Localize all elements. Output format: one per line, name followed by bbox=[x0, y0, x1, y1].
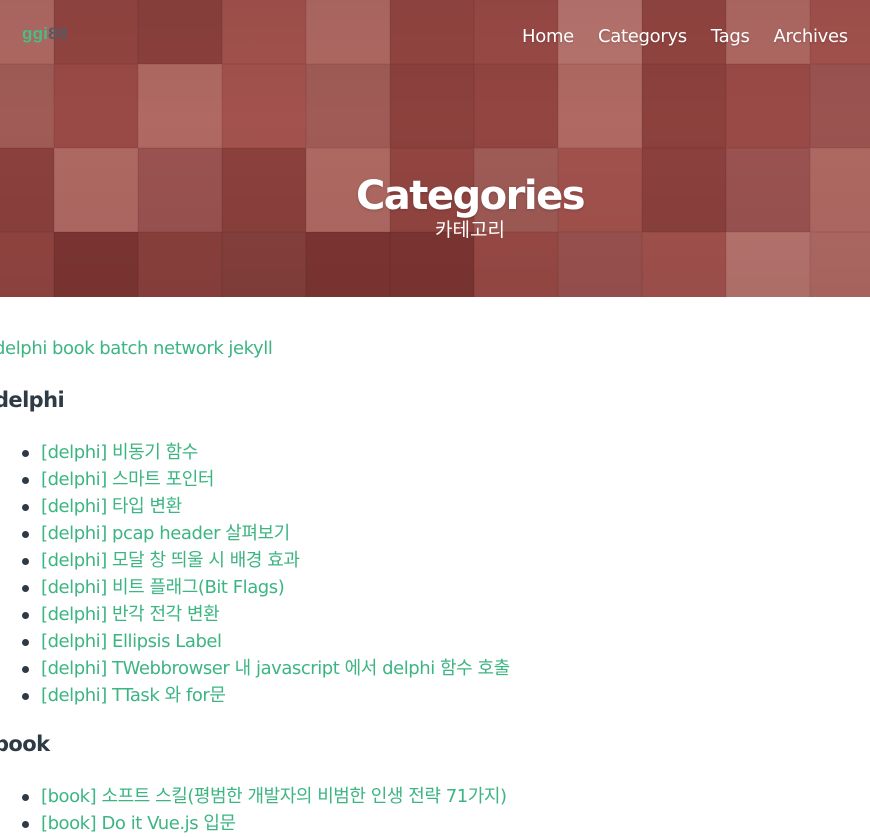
section-title-book: book bbox=[0, 732, 50, 756]
post-link[interactable]: [delphi] Ellipsis Label bbox=[41, 628, 222, 655]
post-link[interactable]: [delphi] TTask 와 for문 bbox=[41, 682, 226, 709]
post-link[interactable]: [delphi] 비트 플래그(Bit Flags) bbox=[41, 574, 285, 601]
post-link[interactable]: [delphi] 비동기 함수 bbox=[41, 439, 198, 466]
post-link[interactable]: [delphi] 스마트 포인터 bbox=[41, 466, 214, 493]
category-link-network[interactable]: network bbox=[153, 338, 224, 359]
post-link[interactable]: [delphi] 모달 창 띄울 시 배경 효과 bbox=[41, 547, 300, 574]
page-header: ggi88 HomeCategorysTagsArchivesA Categor… bbox=[0, 0, 870, 297]
post-link[interactable]: [book] 소프트 스킬(평범한 개발자의 비범한 인생 전략 71가지) bbox=[41, 783, 507, 810]
category-link-book[interactable]: book bbox=[52, 338, 95, 359]
brand-name-part2: 88 bbox=[48, 24, 68, 43]
page-title: Categories bbox=[355, 172, 586, 219]
nav-tags[interactable]: Tags bbox=[711, 26, 750, 47]
nav-home[interactable]: Home bbox=[522, 26, 574, 47]
nav-archives[interactable]: Archives bbox=[774, 26, 849, 47]
category-link-jekyll[interactable]: jekyll bbox=[228, 338, 273, 359]
post-link[interactable]: [book] Do it Vue.js 입문 bbox=[41, 810, 236, 837]
brand-name-part1: ggi bbox=[22, 24, 49, 43]
nav-categorys[interactable]: Categorys bbox=[598, 26, 687, 47]
main-nav: HomeCategorysTagsArchivesA bbox=[522, 26, 870, 47]
page-subtitle: 카테고리 bbox=[435, 219, 505, 241]
category-link-list: delphibookbatchnetworkjekyll bbox=[0, 338, 870, 359]
site-logo-link[interactable]: ggi88 bbox=[22, 24, 67, 44]
section-title-delphi: delphi bbox=[0, 388, 65, 412]
post-link[interactable]: [delphi] 반각 전각 변환 bbox=[41, 601, 220, 628]
category-link-delphi[interactable]: delphi bbox=[0, 338, 47, 359]
post-link[interactable]: [delphi] TWebbrowser 내 javascript 에서 del… bbox=[41, 655, 510, 682]
post-link[interactable]: [delphi] 타입 변환 bbox=[41, 493, 182, 520]
category-link-batch[interactable]: batch bbox=[99, 338, 148, 359]
post-link[interactable]: [delphi] pcap header 살펴보기 bbox=[41, 520, 290, 547]
